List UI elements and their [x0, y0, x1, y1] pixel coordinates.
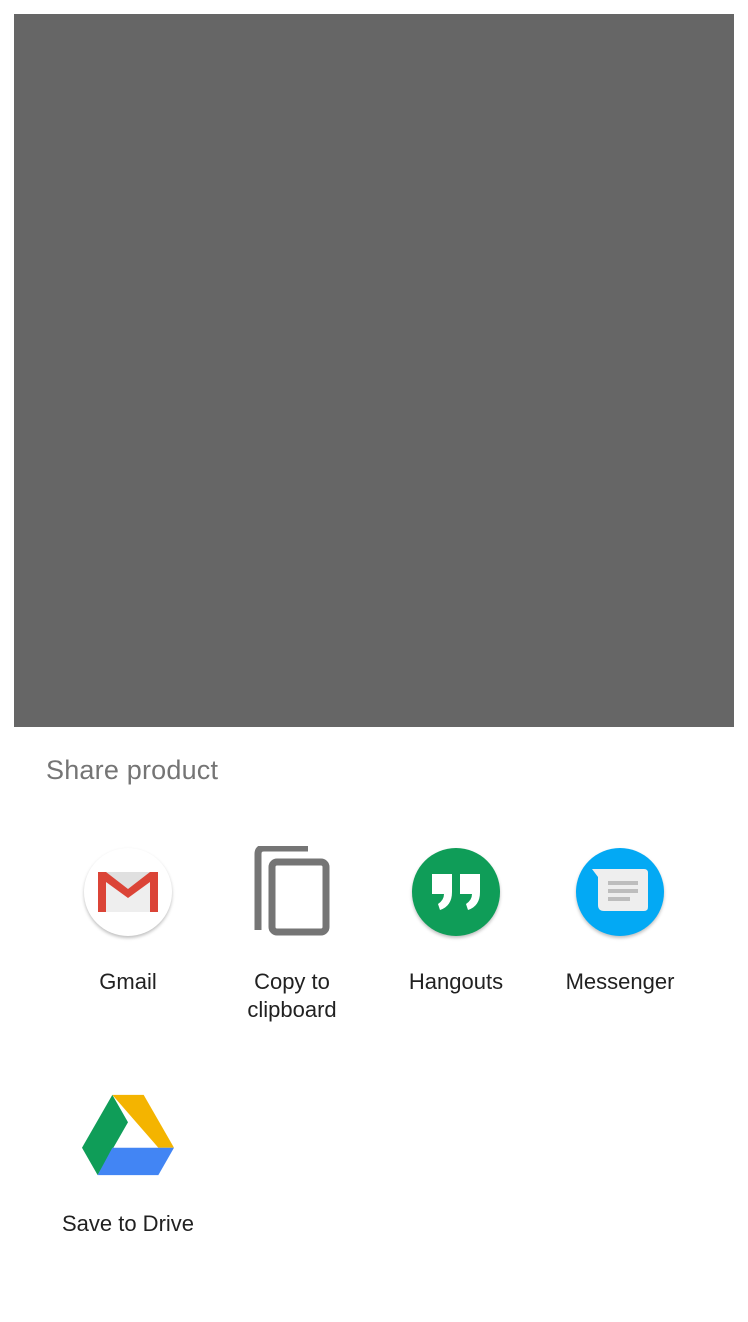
share-target-gmail[interactable]: Gmail	[46, 846, 210, 1036]
messenger-label: Messenger	[565, 969, 675, 994]
share-target-save-to-drive[interactable]: Save to Drive	[46, 1088, 210, 1278]
hangouts-label: Hangouts	[408, 969, 504, 994]
screen: Share product Gmail Copy to clipboard Ha…	[0, 0, 748, 1322]
save-to-drive-label: Save to Drive	[61, 1211, 195, 1236]
messenger-icon	[574, 846, 666, 938]
hangouts-icon	[410, 846, 502, 938]
copy-icon	[246, 846, 338, 938]
drive-icon	[82, 1088, 174, 1180]
share-target-messenger[interactable]: Messenger	[538, 846, 702, 1036]
dimmed-background[interactable]	[14, 14, 734, 727]
share-target-hangouts[interactable]: Hangouts	[374, 846, 538, 1036]
copy-to-clipboard-label: Copy to clipboard	[247, 969, 337, 1022]
share-sheet-title: Share product	[46, 755, 219, 785]
gmail-icon	[82, 846, 174, 938]
gmail-label: Gmail	[99, 969, 157, 994]
share-target-copy-to-clipboard[interactable]: Copy to clipboard	[210, 846, 374, 1036]
